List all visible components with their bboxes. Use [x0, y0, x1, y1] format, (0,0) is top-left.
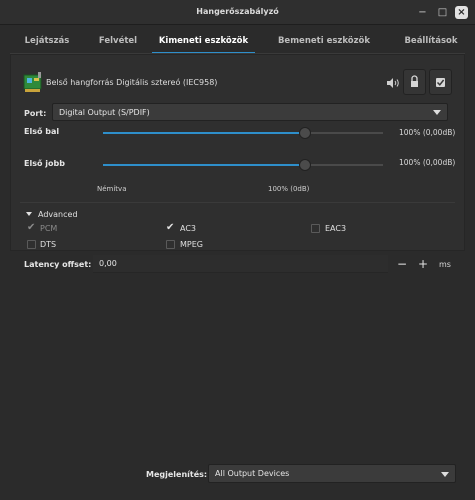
checkbox-icon [436, 78, 445, 87]
port-select[interactable]: Digital Output (S/PDIF) [52, 103, 448, 121]
scale-mark-muted: Némítva [97, 185, 127, 193]
lock-channels-button[interactable] [403, 69, 426, 95]
format-label-mpeg[interactable]: MPEG [180, 240, 203, 249]
slider-handle[interactable] [298, 127, 311, 139]
show-devices-value: All Output Devices [215, 469, 290, 478]
lock-icon [411, 75, 418, 87]
latency-unit: ms [439, 260, 451, 269]
tab-bar: Lejátszás Felvétel Kimeneti eszközök Bem… [0, 30, 475, 54]
show-label: Megjelenítés: [146, 470, 208, 479]
checkbox-eac3[interactable] [311, 224, 320, 233]
latency-label: Latency offset: [24, 260, 92, 269]
format-label-ac3[interactable]: AC3 [180, 224, 196, 233]
latency-decrease-button[interactable]: − [392, 255, 412, 273]
chevron-down-icon [441, 472, 449, 477]
tab-playback[interactable]: Lejátszás [14, 30, 80, 54]
port-label: Port: [24, 109, 47, 118]
slider-handle[interactable] [298, 159, 311, 171]
slider-front-left[interactable] [103, 127, 383, 139]
speaker-volume-icon[interactable] [386, 77, 400, 89]
audio-card-icon [23, 72, 42, 92]
slider-front-right[interactable] [103, 159, 383, 171]
title-bar: Hangerőszabályzó − □ × [0, 0, 475, 25]
device-name: Belső hangforrás Digitális sztereó (IEC9… [46, 78, 218, 87]
format-label-pcm: PCM [40, 224, 58, 233]
latency-value: 0,00 [99, 259, 117, 268]
window-title: Hangerőszabályzó [196, 7, 279, 16]
slider-fill [103, 132, 305, 134]
minimize-button[interactable]: − [416, 6, 429, 19]
maximize-button[interactable]: □ [436, 6, 449, 19]
chevron-down-icon [433, 110, 441, 115]
port-value: Digital Output (S/PDIF) [59, 108, 150, 117]
channel-label-front-left: Első bal [24, 127, 60, 136]
close-button[interactable]: × [455, 6, 468, 19]
show-devices-select[interactable]: All Output Devices [208, 464, 456, 483]
tab-output-devices[interactable]: Kimeneti eszközök [152, 30, 255, 54]
checkbox-ac3[interactable]: ✔ [166, 223, 175, 233]
advanced-expander[interactable]: Advanced [26, 210, 78, 219]
channel-label-front-right: Első jobb [24, 159, 65, 168]
tab-configuration[interactable]: Beállítások [392, 30, 470, 54]
scale-mark-100: 100% (0dB) [268, 185, 310, 193]
expander-arrow-icon [26, 212, 32, 216]
channel-value-front-left: 100% (0,00dB) [399, 128, 456, 137]
advanced-label: Advanced [38, 210, 78, 219]
checkbox-mpeg[interactable] [166, 240, 175, 249]
tab-recording[interactable]: Felvétel [86, 30, 150, 54]
latency-input[interactable]: 0,00 [93, 255, 388, 273]
divider [20, 202, 455, 203]
format-label-eac3[interactable]: EAC3 [325, 224, 346, 233]
checkbox-dts[interactable] [27, 240, 36, 249]
set-fallback-button[interactable] [429, 69, 452, 95]
format-label-dts[interactable]: DTS [40, 240, 56, 249]
checkbox-pcm: ✔ [27, 222, 36, 233]
slider-fill [103, 164, 305, 166]
latency-increase-button[interactable]: + [413, 255, 433, 273]
channel-value-front-right: 100% (0,00dB) [399, 158, 456, 167]
tab-input-devices[interactable]: Bemeneti eszközök [268, 30, 380, 54]
